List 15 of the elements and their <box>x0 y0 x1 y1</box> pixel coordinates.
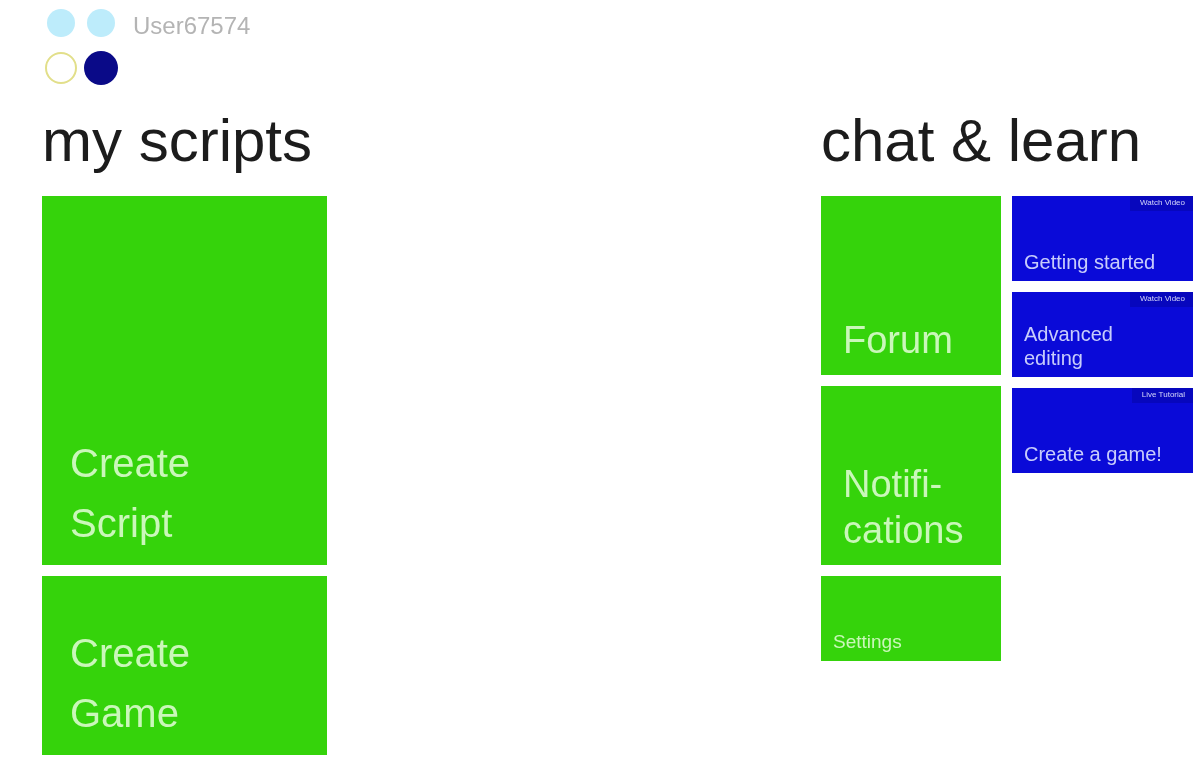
tile-tag: Watch Video <box>1130 196 1193 211</box>
app-tile[interactable]: Forum <box>821 196 1001 375</box>
username: User67574 <box>133 12 251 40</box>
tutorial-tile[interactable]: Watch Video Advanced editing <box>1012 292 1193 377</box>
tutorial-tile[interactable]: Live Tutorial Create a game! <box>1012 388 1193 473</box>
tutorial-tile[interactable]: Watch Video Getting started <box>1012 196 1193 281</box>
app-tile[interactable]: Notifi-cations <box>821 386 1001 565</box>
section-heading: my scripts <box>42 106 313 176</box>
app-tile[interactable]: Create Game <box>42 576 327 755</box>
section-heading: chat & learn <box>821 106 1143 176</box>
app-tile[interactable]: Create Script <box>42 196 327 565</box>
app-tile[interactable]: Settings <box>821 576 1001 661</box>
logo-icon <box>44 9 119 85</box>
tile-tag: Live Tutorial <box>1131 388 1193 403</box>
tile-tag: Watch Video <box>1130 292 1193 307</box>
